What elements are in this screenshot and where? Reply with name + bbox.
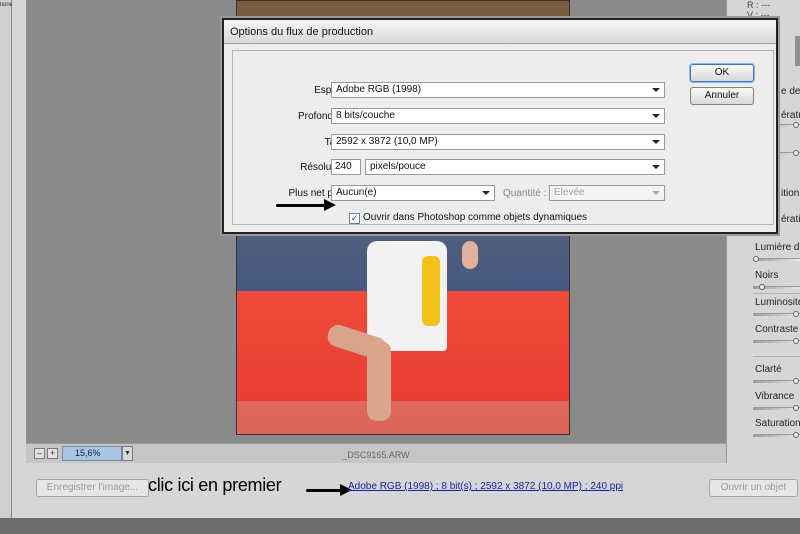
fill-light-slider[interactable] (753, 256, 800, 262)
bottom-window-strip (0, 518, 800, 534)
profondeur-value: 8 bits/couche (336, 110, 395, 121)
label-lumiere: Lumière d'ap (755, 242, 800, 253)
photo-belt (422, 256, 440, 326)
label-recuperation: ération (781, 214, 800, 225)
chevron-down-icon (652, 191, 660, 195)
arrow-shaft (276, 204, 326, 207)
workflow-options-dialog: Options du flux de production Espace : A… (222, 18, 778, 234)
annotation-text: clic ici en premier (148, 475, 282, 495)
quantite-select[interactable]: Elevée (549, 185, 665, 201)
slider-thumb[interactable] (759, 284, 765, 290)
smart-objects-checkbox[interactable]: ✓ (349, 213, 360, 224)
dialog-title: Options du flux de production (224, 20, 776, 44)
chevron-down-icon (652, 88, 660, 92)
contrast-slider[interactable] (753, 338, 800, 344)
zoom-level-select[interactable]: 15,6% (62, 446, 122, 461)
arrow-shaft (306, 489, 342, 492)
smart-objects-label: Ouvrir dans Photoshop comme objets dynam… (363, 212, 588, 223)
annotation-arrow-icon (306, 484, 352, 497)
resolution-unit-select[interactable]: pixels/pouce (365, 159, 665, 175)
resolution-unit-value: pixels/pouce (370, 161, 426, 172)
left-strip-label: tione (0, 2, 12, 8)
zoom-dropdown-arrow-icon[interactable]: ▼ (122, 446, 133, 461)
panel-tab-strip[interactable] (795, 36, 800, 66)
dialog-annotation-arrow-icon (276, 199, 338, 212)
slider-thumb[interactable] (793, 122, 799, 128)
left-tool-strip: tione (0, 0, 12, 534)
preview-status-bar: _DSC9165.ARW – + 15,6% ▼ (26, 443, 726, 463)
divider (753, 356, 800, 357)
espace-value: Adobe RGB (1998) (336, 84, 422, 95)
blacks-slider[interactable] (753, 284, 800, 290)
label-noirs: Noirs (755, 270, 779, 281)
quantite-label: Quantité : (503, 188, 547, 199)
slider-thumb[interactable] (793, 432, 799, 438)
slider-thumb[interactable] (793, 311, 799, 317)
workflow-options-link[interactable]: Adobe RGB (1998) ; 8 bit(s) ; 2592 x 387… (348, 481, 623, 492)
profondeur-select[interactable]: 8 bits/couche (331, 108, 665, 124)
clarity-slider[interactable] (753, 378, 800, 384)
ok-button[interactable]: OK (690, 64, 754, 82)
taille-value: 2592 x 3872 (10,0 MP) (336, 136, 438, 147)
slider-thumb[interactable] (793, 405, 799, 411)
espace-select[interactable]: Adobe RGB (1998) (331, 82, 665, 98)
photo-floor (237, 401, 569, 434)
photo-arm (462, 241, 478, 269)
saturation-slider[interactable] (753, 432, 800, 438)
label-clarte: Clarté (755, 364, 782, 375)
brightness-slider[interactable] (753, 311, 800, 317)
zoom-out-button[interactable]: – (34, 448, 45, 459)
chevron-down-icon (482, 191, 490, 195)
readout-r: R : --- (747, 0, 770, 10)
slider-thumb[interactable] (793, 150, 799, 156)
zoom-in-button[interactable]: + (47, 448, 58, 459)
quantite-value: Elevée (554, 187, 585, 198)
label-vibrance: Vibrance (755, 391, 795, 402)
slider-thumb[interactable] (753, 256, 759, 262)
chevron-down-icon (652, 140, 660, 144)
chevron-down-icon (652, 114, 660, 118)
label-contraste: Contraste (755, 324, 799, 335)
resolution-input[interactable]: 240 (331, 159, 361, 175)
label-balance: e des (781, 86, 800, 97)
slider-thumb[interactable] (793, 378, 799, 384)
label-luminosite: Luminosité (755, 297, 800, 308)
arrow-head (324, 199, 336, 211)
cancel-button[interactable]: Annuler (690, 87, 754, 105)
label-temperature: ératur (781, 110, 800, 121)
label-exposition: ition (781, 188, 800, 199)
divider (753, 293, 800, 294)
sharpen-value: Aucun(e) (336, 187, 377, 198)
taille-select[interactable]: 2592 x 3872 (10,0 MP) (331, 134, 665, 150)
photo-leg-front (367, 341, 391, 421)
label-saturation: Saturation (755, 418, 800, 429)
vibrance-slider[interactable] (753, 405, 800, 411)
sharpen-select[interactable]: Aucun(e) (331, 185, 495, 201)
slider-thumb[interactable] (793, 338, 799, 344)
chevron-down-icon (652, 165, 660, 169)
open-object-button[interactable]: Ouvrir un objet (709, 479, 798, 497)
camera-raw-bottom-bar: Enregistrer l'image... clic ici en premi… (12, 463, 800, 518)
save-image-button[interactable]: Enregistrer l'image... (36, 479, 149, 497)
